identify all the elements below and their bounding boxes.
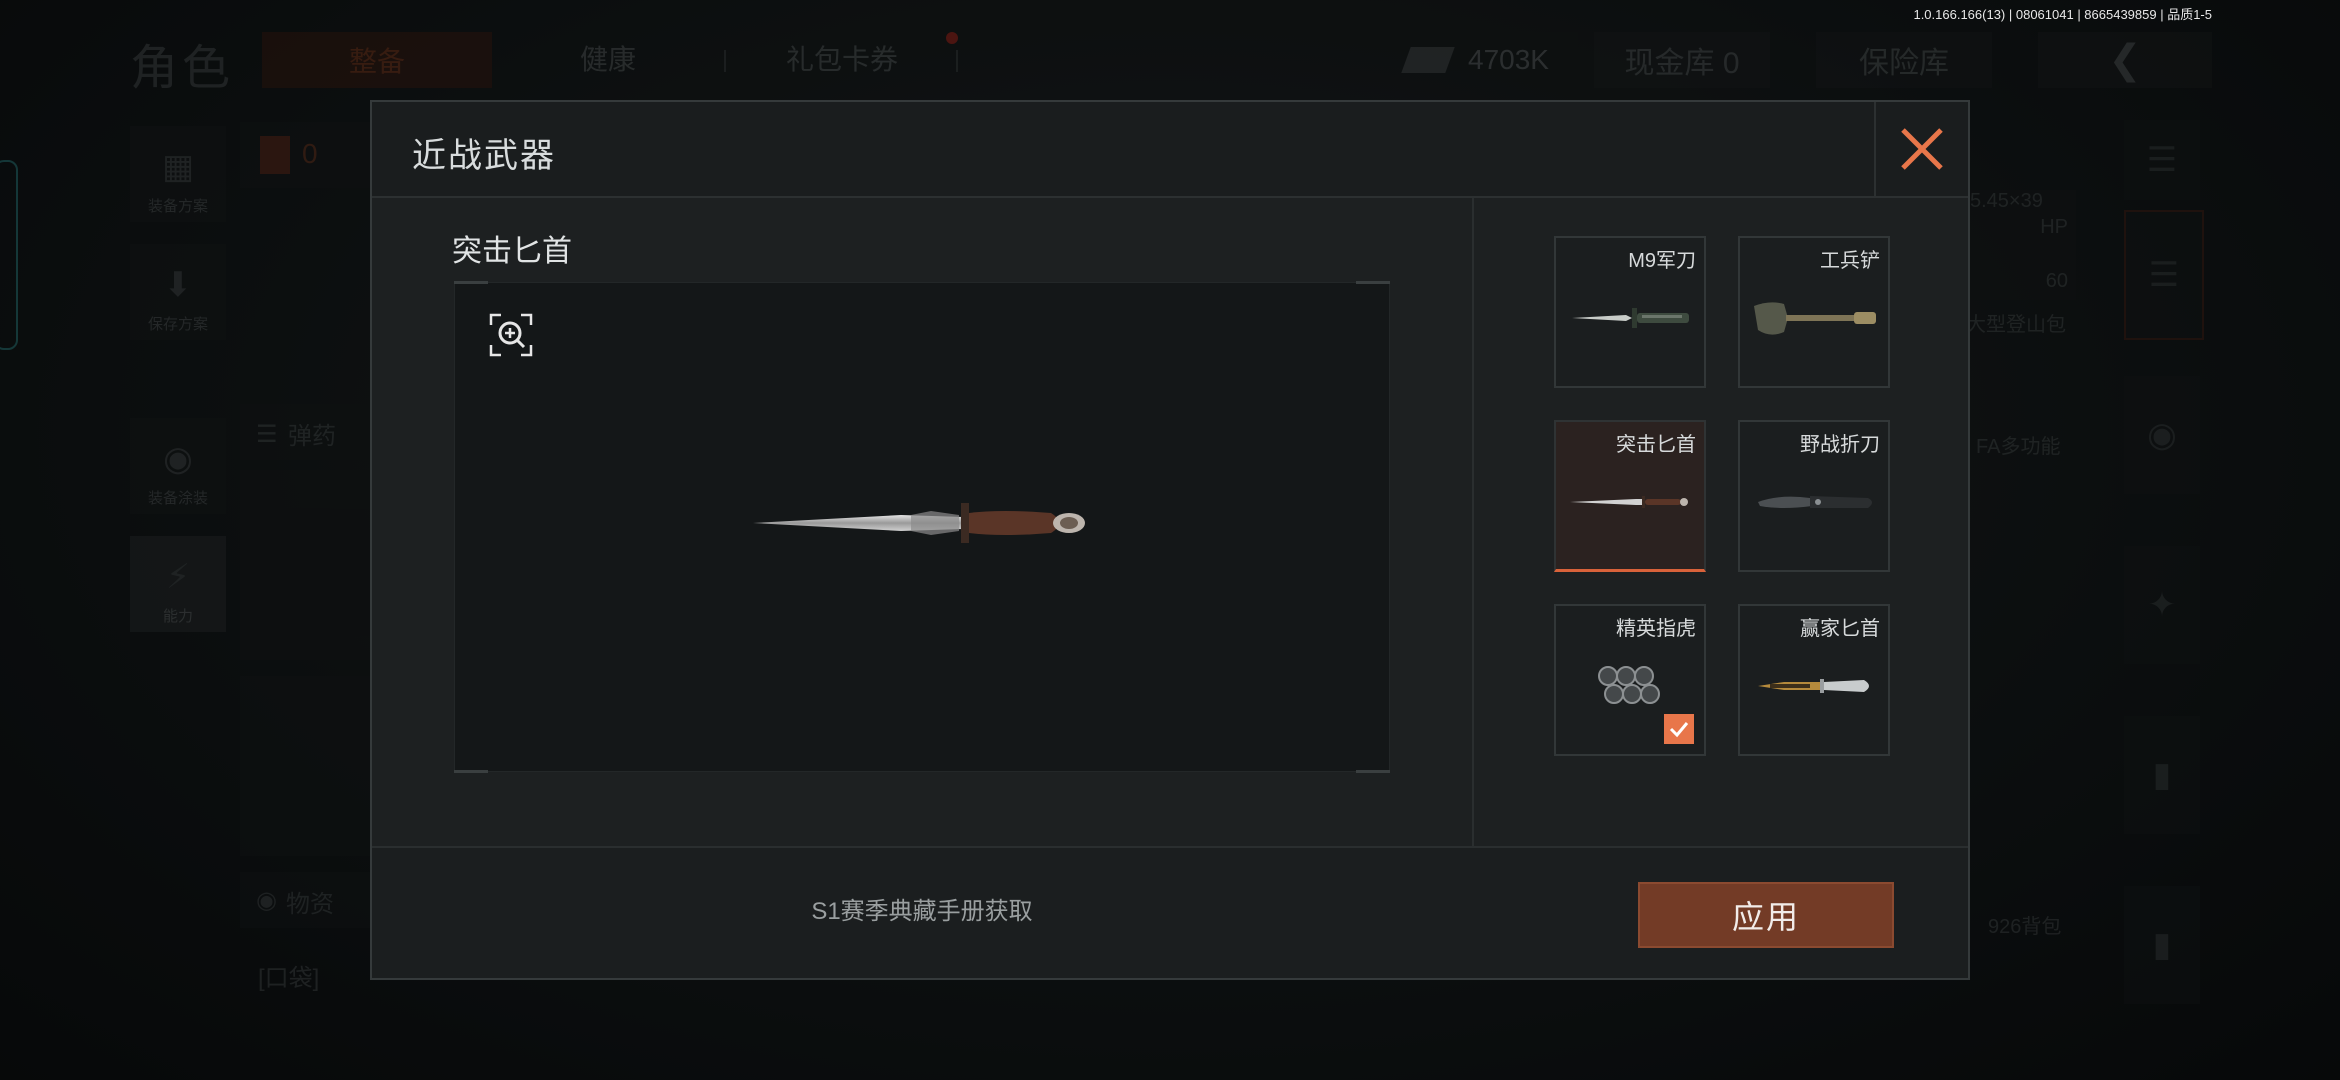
selected-item-name: 突击匕首 (452, 235, 572, 268)
folding-knife-icon (1758, 496, 1872, 508)
shovel-icon (1754, 302, 1876, 335)
frame-corner (454, 770, 488, 773)
frame-corner (1356, 281, 1390, 284)
item-label: 精英指虎 (1616, 618, 1696, 640)
dagger-icon (1570, 496, 1688, 508)
melee-item-assault-dagger[interactable]: 突击匕首 (1554, 420, 1706, 572)
zoom-in-icon[interactable] (489, 313, 533, 357)
apply-button[interactable]: 应用 (1638, 882, 1894, 948)
modal-header: 近战武器 (372, 102, 1968, 198)
panel-divider (1472, 198, 1474, 850)
item-label: 野战折刀 (1800, 434, 1880, 456)
equipped-check-icon (1664, 714, 1694, 744)
frame-corner (1356, 770, 1390, 773)
modal-title: 近战武器 (412, 137, 556, 175)
acquisition-source: S1赛季典藏手册获取 (811, 898, 1033, 925)
melee-item-m9-bayonet[interactable]: M9军刀 (1554, 236, 1706, 388)
item-label: 赢家匕首 (1800, 618, 1880, 640)
item-label: 工兵铲 (1820, 250, 1880, 272)
frame-corner (454, 281, 488, 284)
melee-item-winner-dagger[interactable]: 赢家匕首 (1738, 604, 1890, 756)
item-preview[interactable] (454, 281, 1390, 773)
item-label: M9军刀 (1628, 250, 1696, 272)
bayonet-icon (1572, 308, 1689, 328)
gold-dagger-icon (1758, 679, 1869, 693)
item-label: 突击匕首 (1616, 434, 1696, 456)
melee-weapon-modal: 近战武器 突击匕首 M9军刀 工兵铲 突击匕首 野战折刀 精英指虎 赢家匕首 S… (370, 100, 1970, 980)
melee-item-elite-knuckles[interactable]: 精英指虎 (1554, 604, 1706, 756)
close-button[interactable] (1874, 102, 1968, 196)
dagger-preview-image (753, 503, 1085, 543)
melee-item-entrenching-shovel[interactable]: 工兵铲 (1738, 236, 1890, 388)
melee-item-field-folding-knife[interactable]: 野战折刀 (1738, 420, 1890, 572)
version-info: 1.0.166.166(13) | 08061041 | 8665439859 … (1913, 7, 2212, 22)
close-icon (1901, 128, 1943, 170)
